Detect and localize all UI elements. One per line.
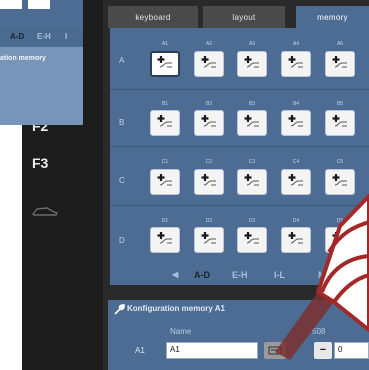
memory-plus-icon bbox=[200, 230, 218, 251]
memory-plus-icon bbox=[156, 230, 174, 251]
memory-plus-icon bbox=[156, 172, 174, 193]
memory-slot-a2[interactable] bbox=[194, 51, 224, 77]
memory-plus-icon bbox=[243, 54, 261, 75]
memory-grid: A A1 A2 A3 A4 A5 B B1 B2 B3 B4 B5 C C1 C… bbox=[110, 28, 369, 283]
memory-slot-d5[interactable] bbox=[325, 227, 355, 253]
row-divider bbox=[110, 146, 369, 147]
row-divider bbox=[110, 89, 369, 90]
size-column-header: 508 bbox=[312, 327, 326, 336]
cell-label: D1 bbox=[161, 218, 169, 224]
cell-label: B2 bbox=[205, 101, 213, 107]
memory-plus-icon bbox=[331, 230, 349, 251]
memory-slot-d2[interactable] bbox=[194, 227, 224, 253]
memory-slot-a4[interactable] bbox=[281, 51, 311, 77]
value-field[interactable]: 0 bbox=[334, 342, 369, 359]
decrement-button[interactable]: − bbox=[314, 342, 332, 359]
cell-label: A1 bbox=[161, 41, 169, 47]
popup-slot bbox=[0, 0, 22, 9]
row-label-c: C bbox=[119, 176, 125, 185]
tab-keyboard[interactable]: keyboard bbox=[108, 6, 198, 28]
wrench-icon bbox=[114, 304, 125, 315]
memory-slot-b5[interactable] bbox=[325, 110, 355, 136]
cell-label: B1 bbox=[161, 101, 169, 107]
slot-label: A1 bbox=[135, 346, 145, 355]
memory-plus-icon bbox=[156, 113, 174, 134]
cell-label: C1 bbox=[161, 159, 169, 165]
car-icon[interactable] bbox=[30, 203, 60, 219]
memory-plus-icon bbox=[331, 113, 349, 134]
page-switcher: ◀ A-D E-H I-L M bbox=[110, 265, 369, 285]
page-i-l[interactable]: I-L bbox=[274, 270, 285, 280]
cell-label: D4 bbox=[292, 218, 300, 224]
memory-name-field[interactable]: A1 bbox=[166, 342, 258, 359]
cell-label: B5 bbox=[336, 101, 344, 107]
cell-label: A4 bbox=[292, 41, 300, 47]
prev-page-icon[interactable]: ◀ bbox=[172, 270, 178, 279]
name-column-header: Name bbox=[170, 327, 192, 336]
cell-label: C2 bbox=[205, 159, 213, 165]
memory-plus-icon bbox=[287, 230, 305, 251]
cell-label: B3 bbox=[248, 101, 256, 107]
memory-slot-c4[interactable] bbox=[281, 169, 311, 195]
cell-label: D3 bbox=[248, 218, 256, 224]
memory-slot-b1[interactable] bbox=[150, 110, 180, 136]
memory-slot-b2[interactable] bbox=[194, 110, 224, 136]
memory-plus-icon bbox=[156, 54, 174, 75]
cell-label: D2 bbox=[205, 218, 213, 224]
memory-plus-icon bbox=[287, 172, 305, 193]
memory-slot-b3[interactable] bbox=[237, 110, 267, 136]
memory-plus-icon bbox=[243, 230, 261, 251]
memory-plus-icon bbox=[287, 113, 305, 134]
memory-plus-icon bbox=[331, 172, 349, 193]
page-e-h[interactable]: E-H bbox=[232, 270, 248, 280]
memory-plus-icon bbox=[200, 113, 218, 134]
memory-slot-c2[interactable] bbox=[194, 169, 224, 195]
memory-plus-icon bbox=[287, 54, 305, 75]
tab-layout[interactable]: layout bbox=[203, 6, 285, 28]
row-label-b: B bbox=[119, 118, 125, 127]
popup-slot bbox=[28, 0, 50, 9]
memory-plus-icon bbox=[200, 54, 218, 75]
memory-plus-icon bbox=[331, 54, 349, 75]
keyboard-icon bbox=[268, 346, 282, 355]
row-label-d: D bbox=[119, 236, 125, 245]
config-title: Konfiguration memory A1 bbox=[127, 304, 225, 313]
popup-page-i[interactable]: I bbox=[65, 32, 67, 41]
cell-label: A3 bbox=[248, 41, 256, 47]
cell-label: C5 bbox=[336, 159, 344, 165]
memory-plus-icon bbox=[200, 172, 218, 193]
memory-slot-d4[interactable] bbox=[281, 227, 311, 253]
cell-label: A2 bbox=[205, 41, 213, 47]
memory-slot-d3[interactable] bbox=[237, 227, 267, 253]
popup-overlay: A-D E-H I ation memory bbox=[0, 0, 83, 125]
memory-slot-a3[interactable] bbox=[237, 51, 267, 77]
memory-slot-a5[interactable] bbox=[325, 51, 355, 77]
memory-slot-d1[interactable] bbox=[150, 227, 180, 253]
memory-slot-a1[interactable] bbox=[150, 51, 180, 77]
popup-page-a-d[interactable]: A-D bbox=[10, 32, 24, 41]
row-divider bbox=[110, 205, 369, 206]
memory-slot-c1[interactable] bbox=[150, 169, 180, 195]
cell-label: C3 bbox=[248, 159, 256, 165]
memory-slot-c3[interactable] bbox=[237, 169, 267, 195]
page-a-d[interactable]: A-D bbox=[194, 270, 210, 280]
memory-plus-icon bbox=[243, 113, 261, 134]
tab-memory[interactable]: memory bbox=[296, 6, 369, 28]
memory-plus-icon bbox=[243, 172, 261, 193]
popup-pager: A-D E-H I bbox=[0, 28, 83, 46]
keyboard-button[interactable] bbox=[264, 342, 286, 359]
memory-slot-b4[interactable] bbox=[281, 110, 311, 136]
row-label-a: A bbox=[119, 56, 125, 65]
memory-slot-c5[interactable] bbox=[325, 169, 355, 195]
cell-label: A5 bbox=[336, 41, 344, 47]
f3-key[interactable]: F3 bbox=[32, 155, 48, 171]
cell-label: D5 bbox=[336, 218, 344, 224]
cell-label: B4 bbox=[292, 101, 300, 107]
page-m[interactable]: M bbox=[318, 270, 326, 280]
popup-page-e-h[interactable]: E-H bbox=[37, 32, 51, 41]
popup-title: ation memory bbox=[0, 55, 46, 62]
cell-label: C4 bbox=[292, 159, 300, 165]
